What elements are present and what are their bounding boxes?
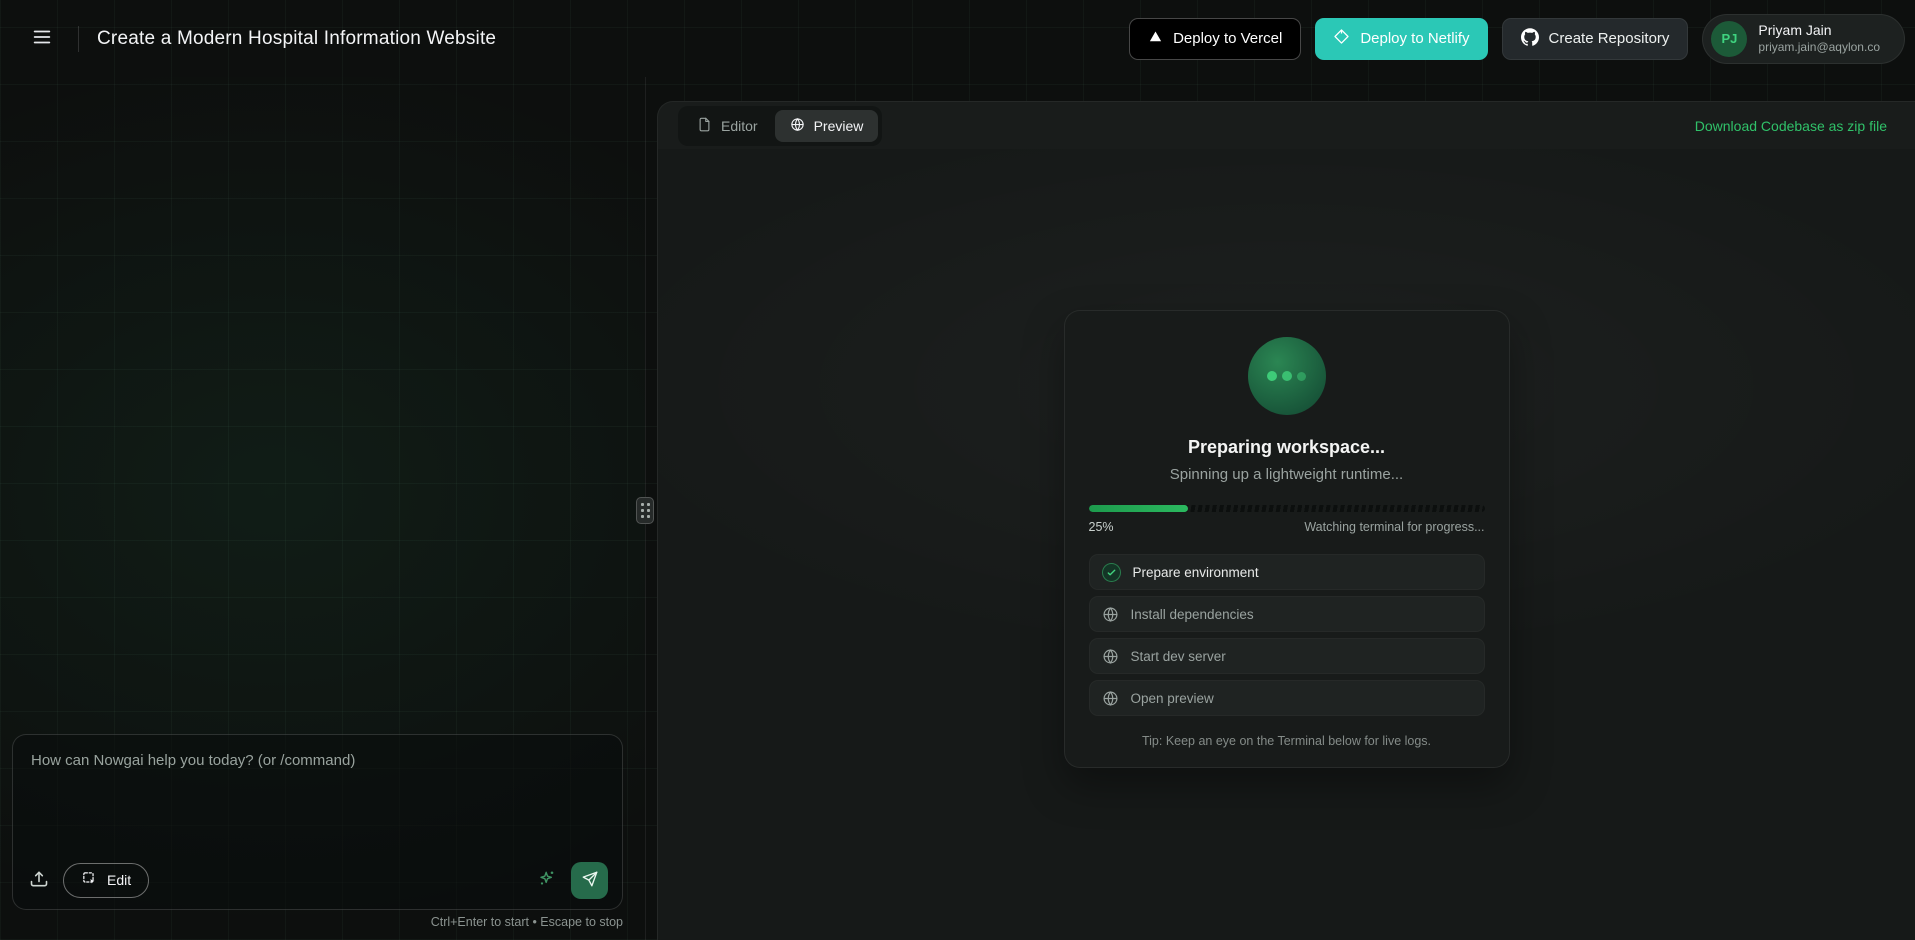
prompt-toolbar: Edit bbox=[27, 861, 608, 899]
workspace-panel: Editor Preview Download Codebase as zip … bbox=[657, 101, 1915, 940]
hamburger-menu-icon bbox=[31, 26, 53, 51]
deploy-to-vercel-label: Deploy to Vercel bbox=[1173, 30, 1283, 47]
prompt-input-box: Edit bbox=[12, 734, 623, 910]
prompt-input[interactable] bbox=[13, 735, 622, 855]
vercel-triangle-icon bbox=[1148, 29, 1163, 48]
step-start-dev-server: Start dev server bbox=[1088, 638, 1485, 674]
edit-button-label: Edit bbox=[107, 872, 132, 888]
pane-resize-handle[interactable] bbox=[636, 497, 654, 524]
user-account-chip[interactable]: PJ Priyam Jain priyam.jain@aqylon.co bbox=[1702, 13, 1905, 64]
header-divider bbox=[78, 25, 79, 52]
netlify-diamond-icon bbox=[1333, 28, 1350, 49]
upload-icon bbox=[29, 869, 49, 892]
file-icon bbox=[697, 117, 712, 135]
globe-icon bbox=[790, 117, 805, 135]
deploy-to-netlify-label: Deploy to Netlify bbox=[1360, 30, 1470, 47]
avatar: PJ bbox=[1711, 20, 1748, 57]
status-subtitle: Spinning up a lightweight runtime... bbox=[1169, 466, 1404, 483]
progress-fill bbox=[1088, 505, 1188, 512]
check-circle-icon bbox=[1101, 562, 1121, 582]
status-tip: Tip: Keep an eye on the Terminal below f… bbox=[1141, 734, 1432, 748]
user-email: priyam.jain@aqylon.co bbox=[1758, 39, 1880, 54]
box-select-cursor-icon bbox=[81, 870, 98, 890]
download-codebase-link[interactable]: Download Codebase as zip file bbox=[1695, 118, 1887, 134]
sparkles-icon bbox=[537, 869, 557, 892]
globe-icon bbox=[1102, 648, 1119, 665]
app-root: Create a Modern Hospital Information Web… bbox=[0, 0, 1915, 940]
create-repository-button[interactable]: Create Repository bbox=[1501, 17, 1689, 60]
preview-content: Preparing workspace... Spinning up a lig… bbox=[658, 149, 1915, 940]
step-label: Prepare environment bbox=[1132, 564, 1259, 580]
tab-editor-label: Editor bbox=[721, 117, 758, 134]
tab-editor[interactable]: Editor bbox=[682, 110, 773, 142]
workspace-tabbar: Editor Preview Download Codebase as zip … bbox=[658, 102, 1915, 149]
app-header: Create a Modern Hospital Information Web… bbox=[0, 0, 1915, 77]
header-actions: Deploy to Vercel Deploy to Netlify Creat… bbox=[1129, 13, 1905, 64]
progress-percent: 25% bbox=[1088, 520, 1114, 534]
setup-steps: Prepare environment Install dependencies… bbox=[1088, 554, 1485, 716]
view-tabs: Editor Preview bbox=[678, 105, 883, 146]
user-name: Priyam Jain bbox=[1758, 22, 1832, 39]
hamburger-menu-button[interactable] bbox=[24, 21, 60, 57]
loading-orb-icon bbox=[1247, 337, 1326, 415]
enhance-prompt-button[interactable] bbox=[535, 867, 559, 894]
status-title: Preparing workspace... bbox=[1187, 437, 1386, 457]
step-label: Open preview bbox=[1130, 690, 1214, 706]
send-plane-icon bbox=[581, 870, 599, 891]
shortcut-hint: Ctrl+Enter to start • Escape to stop bbox=[430, 915, 623, 929]
page-title: Create a Modern Hospital Information Web… bbox=[97, 27, 497, 49]
upload-button[interactable] bbox=[27, 867, 51, 894]
step-label: Install dependencies bbox=[1130, 606, 1254, 622]
step-open-preview: Open preview bbox=[1088, 680, 1485, 716]
progress-meta: 25% Watching terminal for progress... bbox=[1089, 520, 1485, 534]
user-meta: Priyam Jain priyam.jain@aqylon.co bbox=[1758, 22, 1880, 55]
send-button[interactable] bbox=[571, 861, 608, 899]
progress-status: Watching terminal for progress... bbox=[1304, 520, 1485, 534]
edit-button[interactable]: Edit bbox=[63, 862, 150, 898]
github-icon bbox=[1520, 27, 1539, 50]
tab-preview-label: Preview bbox=[813, 117, 864, 134]
globe-icon bbox=[1102, 606, 1119, 623]
step-prepare-environment: Prepare environment bbox=[1088, 554, 1485, 590]
chat-panel: Edit Ctrl+Enter to start • Escape to sto… bbox=[0, 77, 645, 940]
step-label: Start dev server bbox=[1130, 648, 1226, 664]
workspace-status-card: Preparing workspace... Spinning up a lig… bbox=[1063, 310, 1510, 768]
tab-preview[interactable]: Preview bbox=[774, 109, 879, 142]
deploy-to-vercel-button[interactable]: Deploy to Vercel bbox=[1129, 17, 1302, 60]
deploy-to-netlify-button[interactable]: Deploy to Netlify bbox=[1315, 17, 1488, 60]
progress-bar bbox=[1088, 505, 1485, 512]
step-install-dependencies: Install dependencies bbox=[1088, 596, 1485, 632]
create-repository-label: Create Repository bbox=[1548, 30, 1670, 47]
globe-icon bbox=[1102, 690, 1119, 707]
